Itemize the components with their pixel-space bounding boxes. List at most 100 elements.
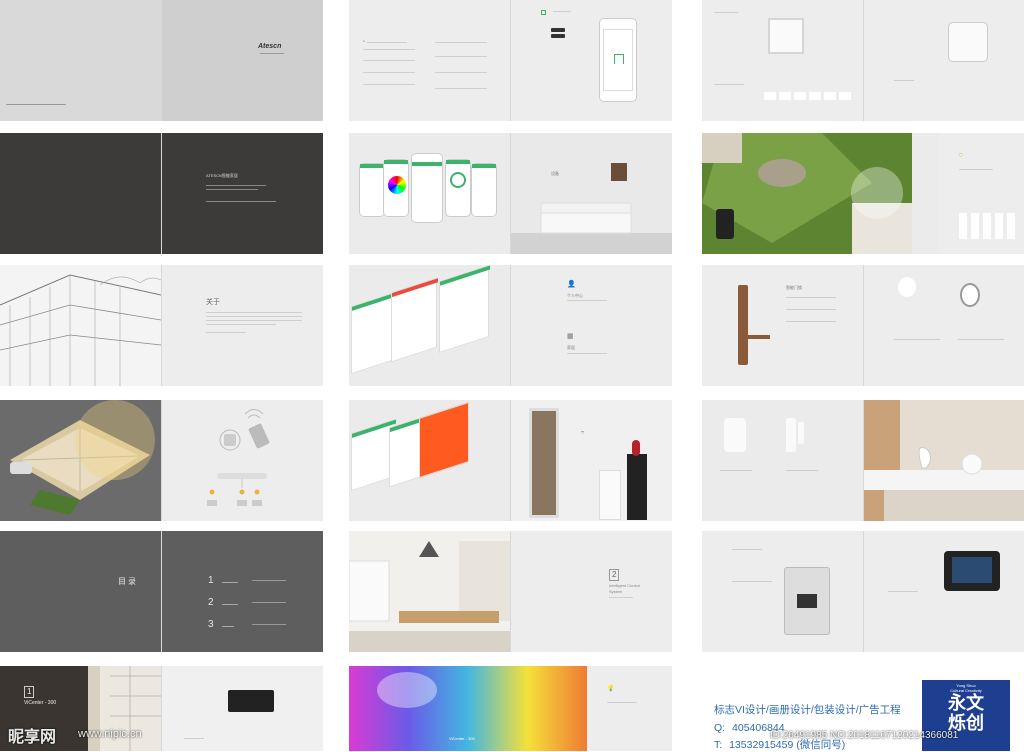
spread-garden: ⛉ bbox=[702, 133, 1024, 254]
ch1-number: 1 bbox=[24, 686, 35, 698]
screen-3 bbox=[439, 265, 490, 354]
toc-item-3-label bbox=[222, 626, 234, 627]
kitchen-image bbox=[349, 531, 510, 652]
screen-6-orange bbox=[419, 401, 469, 479]
switch-title bbox=[714, 12, 738, 13]
intro-heading: ATESCN智能家居 bbox=[206, 173, 238, 178]
lock-text-1 bbox=[786, 297, 836, 298]
app-logo-icon bbox=[541, 10, 546, 15]
spread-ch1: 1 ViCenter - 300 bbox=[0, 666, 323, 751]
qq-number[interactable]: 405406844 bbox=[732, 722, 785, 734]
toc-item-2-num[interactable]: 2 bbox=[208, 597, 214, 610]
toc-left: 目录 bbox=[0, 531, 161, 652]
phone-mockup bbox=[599, 18, 637, 102]
toc-item-3-num[interactable]: 3 bbox=[208, 619, 214, 632]
spread-intercom bbox=[702, 531, 1024, 652]
camera-2 bbox=[960, 283, 980, 307]
device-row bbox=[959, 213, 1017, 239]
text-3 bbox=[363, 60, 415, 61]
text-7 bbox=[435, 56, 487, 57]
home-text bbox=[567, 353, 607, 354]
isometric-house bbox=[0, 400, 161, 521]
intro-right: ATESCN智能家居 bbox=[162, 133, 323, 254]
table-scene-image bbox=[864, 400, 1024, 521]
spread-app-text: ● bbox=[349, 0, 672, 121]
door-sensor-magnet bbox=[798, 422, 804, 444]
text-8 bbox=[435, 72, 487, 73]
home-label: 家居 bbox=[567, 345, 575, 350]
spread-house bbox=[0, 400, 323, 521]
garden-aerial-image bbox=[702, 133, 912, 254]
color-lighting-image: ViCenter - 300 bbox=[349, 666, 587, 751]
doorphone-page bbox=[702, 531, 863, 652]
screen-1 bbox=[351, 291, 396, 375]
phone-main bbox=[411, 153, 443, 223]
spread-switches bbox=[702, 0, 1024, 121]
ch2-title-1: Intelligent Control bbox=[609, 583, 641, 588]
color-wheel[interactable] bbox=[388, 176, 406, 194]
door-screens bbox=[349, 400, 510, 521]
app-store-badge bbox=[551, 28, 565, 32]
phone-screen bbox=[603, 29, 633, 91]
network-diagram-page bbox=[162, 400, 323, 521]
phone-2 bbox=[383, 159, 409, 217]
bulb-icon: 💡 bbox=[607, 686, 615, 692]
vicenter-label: ViCenter - 300 bbox=[449, 736, 475, 741]
sensor-page bbox=[864, 0, 1024, 121]
door-handle bbox=[746, 335, 770, 339]
google-play-badge bbox=[551, 34, 565, 38]
user-icon: 👤 bbox=[567, 281, 576, 288]
switch-variants bbox=[764, 92, 854, 100]
about-line-4 bbox=[206, 324, 276, 325]
spread-lights: ViCenter - 300 💡 bbox=[349, 666, 672, 751]
indoor-monitor bbox=[944, 551, 1000, 591]
toc-heading: 目录 bbox=[118, 577, 138, 586]
camera-page bbox=[864, 265, 1024, 386]
tel-number[interactable]: 13532915459 (微信同号) bbox=[729, 739, 845, 751]
pedestal-black bbox=[627, 454, 647, 520]
intro-left bbox=[0, 133, 161, 254]
thermostat-dial[interactable] bbox=[450, 172, 466, 188]
about-heading: 关于 bbox=[206, 299, 220, 306]
services-text: 标志VI设计/画册设计/包装设计/广告工程 bbox=[714, 704, 901, 716]
garden-text-page: ⛉ bbox=[939, 133, 1024, 254]
sensor-text-1 bbox=[720, 470, 752, 471]
ch1-caption bbox=[184, 738, 204, 739]
living-room-page: 设备 bbox=[511, 133, 672, 254]
toc-item-1-num[interactable]: 1 bbox=[208, 575, 214, 588]
text-5 bbox=[363, 84, 415, 85]
shield-icon-gold: ⛉ bbox=[959, 153, 963, 159]
door-lock-page: 智能门锁 bbox=[702, 265, 863, 386]
text-6 bbox=[435, 42, 487, 43]
cover-brand: Atescn bbox=[258, 43, 282, 50]
home-icon bbox=[614, 54, 624, 64]
spread-app-door: ⛉ bbox=[349, 400, 672, 521]
phone-1 bbox=[359, 163, 385, 217]
shield-icon: ⛉ bbox=[581, 430, 584, 435]
ch2-title-page: 2 Intelligent Control System bbox=[511, 531, 672, 652]
ch1-left: 1 ViCenter - 300 bbox=[0, 666, 161, 751]
door-lock-device bbox=[738, 285, 748, 365]
pedestal-white bbox=[599, 470, 621, 520]
lock-text-2 bbox=[786, 309, 836, 310]
about-line-1 bbox=[206, 312, 302, 313]
personal-text bbox=[567, 300, 607, 301]
doorphone-title bbox=[732, 549, 762, 550]
ch2-subtitle bbox=[609, 597, 633, 598]
qq-row: Q: 405406844 bbox=[714, 722, 785, 734]
brand-logo: Yong Shuo Cultural Creativity 永文 烁创 bbox=[922, 680, 1010, 751]
sensor-device bbox=[948, 22, 988, 62]
ch2-title-2: System bbox=[609, 589, 623, 594]
doorphone-text bbox=[732, 581, 772, 582]
toc-item-3-desc bbox=[252, 624, 286, 625]
lights-text-page: 💡 bbox=[587, 666, 672, 751]
toc-item-2-desc bbox=[252, 602, 286, 603]
bullet-1: ● bbox=[363, 39, 365, 43]
sensor-title bbox=[894, 80, 914, 81]
logo-cn-1: 永文 bbox=[948, 693, 984, 713]
sensors-page bbox=[702, 400, 863, 521]
spread-sensors bbox=[702, 400, 1024, 521]
interior-image bbox=[0, 666, 161, 751]
about-line-3 bbox=[206, 320, 302, 321]
swan-table-image bbox=[864, 400, 1024, 521]
